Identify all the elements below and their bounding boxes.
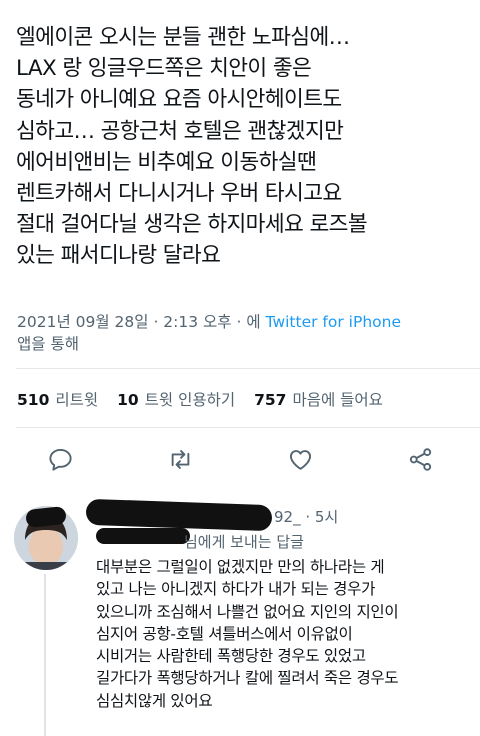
reply-text-line: 있고 나는 아니겠지 하다가 내가 되는 경우가 (96, 580, 376, 599)
tweet-text-line: 렌트카해서 다니시거나 우버 타시고요 (16, 181, 342, 207)
reply-button[interactable] (43, 442, 77, 476)
tweet-text-line: 절대 걸어다닐 생각은 하지마세요 로즈볼 (16, 212, 368, 238)
reply-header: 92_ · 5시 (88, 506, 338, 527)
tweet-text-line: 엘에이콘 오시는 분들 괜한 노파심에… (16, 25, 350, 50)
quotes-stat[interactable]: 10 트윗 인용하기 (117, 391, 235, 409)
retweets-label: 리트윗 (55, 391, 99, 409)
share-button[interactable] (403, 442, 437, 476)
reply-text-line: 길가다가 폭행당하거나 칼에 찔려서 죽은 경우도 (96, 669, 399, 688)
retweet-icon (171, 449, 189, 469)
reply-text-line: 심심치않게 있어요 (96, 691, 213, 710)
tweet-action-bar (0, 442, 480, 476)
reply-time[interactable]: · 5시 (305, 508, 338, 526)
reply-handle[interactable]: 92_ (274, 508, 301, 526)
tweet-metadata: 2021년 09월 28일 · 2:13 오후 · 에 Twitter for … (17, 311, 467, 355)
likes-stat[interactable]: 757 마음에 들어요 (254, 391, 383, 409)
tweet-timestamp[interactable]: 2021년 09월 28일 · 2:13 오후 · 에 (17, 313, 261, 331)
replying-to: 님에게 보내는 답글 (88, 531, 304, 552)
retweets-count: 510 (17, 391, 50, 409)
reply-text-line: 대부분은 그럴일이 없겠지만 만의 하나라는 게 (96, 558, 385, 576)
tweet-source-link[interactable]: Twitter for iPhone (266, 313, 401, 331)
retweet-button[interactable] (163, 442, 197, 476)
thread-line (44, 574, 46, 736)
engagement-stats: 510 리트윗 10 트윗 인용하기 757 마음에 들어요 (17, 388, 397, 410)
like-button[interactable] (283, 442, 317, 476)
tweet-text: 엘에이콘 오시는 분들 괜한 노파심에… LAX 랑 잉글우드쪽은 치안이 좋은… (16, 22, 472, 272)
quotes-count: 10 (117, 391, 139, 409)
tweet-text-line: LAX 랑 잉글우드쪽은 치안이 좋은 (16, 56, 312, 82)
likes-count: 757 (254, 391, 287, 409)
divider (16, 427, 480, 428)
reply-icon (48, 448, 72, 471)
likes-label: 마음에 들어요 (292, 391, 383, 409)
reply-text-line: 있으니까 조심해서 나쁠건 없어요 지인의 지인이 (96, 602, 399, 621)
tweet-source-suffix: 앱을 통해 (17, 335, 79, 353)
tweet-text-line: 동네가 아니예요 요즘 아시안헤이트도 (16, 87, 342, 113)
divider (16, 368, 480, 369)
reply-tweet[interactable]: 92_ · 5시 님에게 보내는 답글 대부분은 그럴일이 없겠지만 만의 하나… (0, 494, 480, 736)
tweet-text-line: 에어비앤비는 비추예요 이동하실땐 (16, 149, 317, 175)
quotes-label: 트윗 인용하기 (144, 391, 236, 409)
like-icon (289, 449, 311, 470)
share-icon (409, 447, 431, 471)
tweet-text-line: 있는 패서디나랑 달라요 (16, 243, 221, 269)
reply-text-line: 심지어 공항-호텔 셔틀버스에서 이유없이 (96, 624, 353, 643)
reply-to-label: 님에게 보내는 답글 (184, 533, 304, 551)
tweet-text-line: 심하고… 공항근처 호텔은 괜찮겠지만 (16, 118, 344, 144)
reply-text-line: 시비거는 사람한테 폭행당한 경우도 있었고 (96, 647, 366, 666)
retweets-stat[interactable]: 510 리트윗 (17, 391, 98, 409)
reply-text: 대부분은 그럴일이 없겠지만 만의 하나라는 게 있고 나는 아니겠지 하다가 … (96, 556, 472, 712)
